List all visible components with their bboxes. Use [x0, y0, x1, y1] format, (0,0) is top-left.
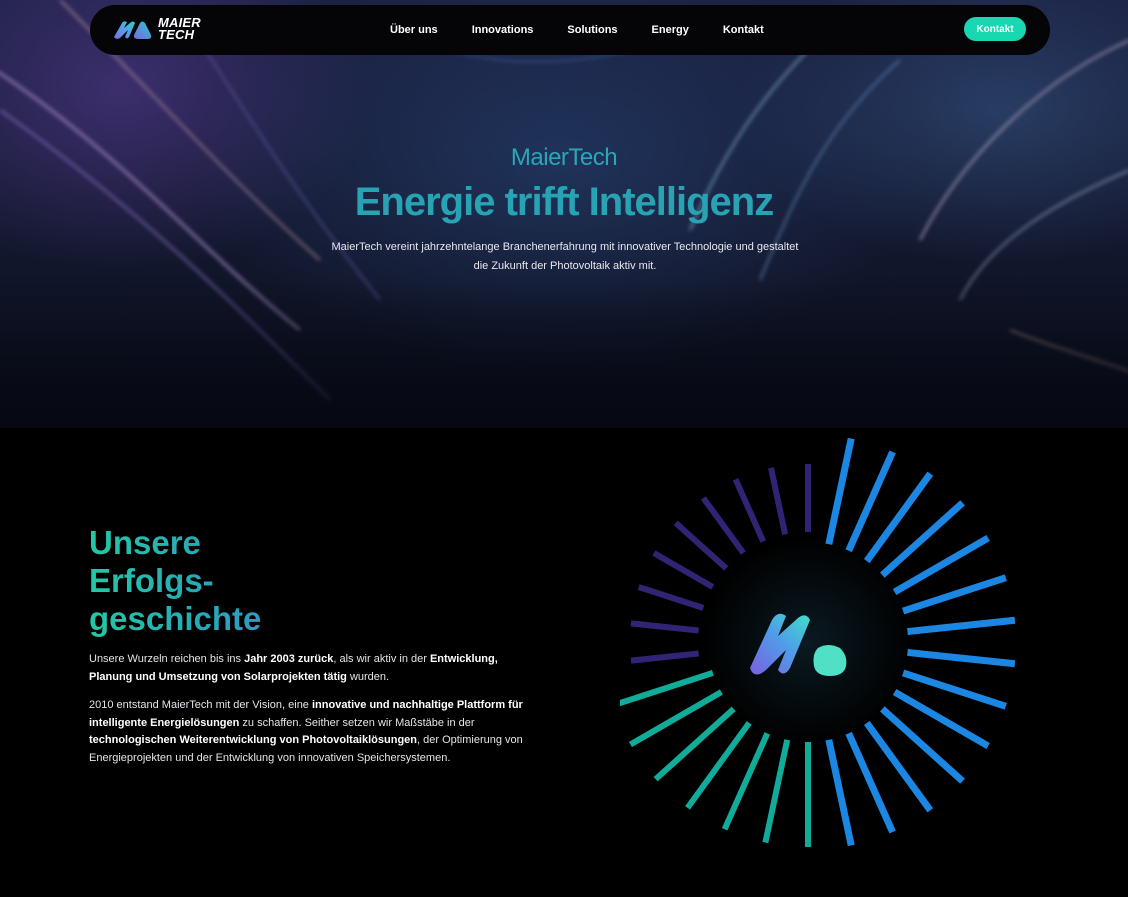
burst-ray [620, 670, 714, 707]
logo[interactable]: MAIER TECH [112, 15, 201, 42]
nav-link-ueber-uns[interactable]: Über uns [390, 24, 438, 36]
burst-ray [762, 739, 791, 844]
burst-ray [673, 520, 729, 571]
burst-ray [907, 616, 1016, 636]
burst-ray [902, 574, 1007, 615]
story-title: Unsere Erfolgs- geschichte [89, 524, 339, 638]
story-paragraph-2: 2010 entstand MaierTech mit der Vision, … [89, 699, 523, 764]
burst-ray [653, 706, 736, 782]
burst-ray [768, 467, 789, 536]
kontakt-button[interactable]: Kontakt [964, 17, 1026, 41]
burst-ray [879, 706, 965, 784]
nav-link-innovations[interactable]: Innovations [472, 24, 534, 36]
burst-ray [892, 688, 990, 750]
logo-wordmark: MAIER TECH [158, 15, 201, 42]
story-paragraph-1: Unsere Wurzeln reichen bis ins Jahr 2003… [89, 653, 498, 683]
burst-ray [902, 669, 1007, 710]
nav-link-energy[interactable]: Energy [652, 24, 689, 36]
ray-burst-graphic [620, 437, 1016, 847]
hero-headline: Energie trifft Intelligenz [354, 180, 774, 224]
burst-ray [637, 584, 705, 611]
burst-ray [825, 739, 855, 847]
main-menu: Über uns Innovations Solutions Energy Ko… [390, 5, 798, 55]
nav-link-solutions[interactable]: Solutions [567, 24, 617, 36]
burst-ray [630, 620, 699, 634]
nav-link-kontakt[interactable]: Kontakt [723, 24, 764, 36]
burst-ray [732, 478, 766, 543]
burst-ray [700, 496, 746, 555]
hero-section: MAIER TECH Über uns Innovations Solution… [0, 0, 1128, 428]
burst-ray [652, 550, 715, 590]
story-section: Unsere Erfolgs- geschichte Unsere Wurzel… [0, 428, 1128, 897]
burst-ray [907, 648, 1016, 668]
hero-brand: MaierTech [510, 144, 618, 171]
burst-ray [825, 437, 855, 545]
top-navigation-bar: MAIER TECH Über uns Innovations Solution… [90, 5, 1050, 55]
logo-mark-icon [114, 21, 152, 39]
burst-ray [630, 650, 699, 664]
burst-ray [879, 500, 965, 578]
burst-center-glow [703, 537, 913, 747]
burst-ray [628, 689, 723, 748]
burst-ray [892, 534, 990, 596]
hero-subline: MaierTech vereint jahrzehntelange Branch… [331, 241, 799, 272]
